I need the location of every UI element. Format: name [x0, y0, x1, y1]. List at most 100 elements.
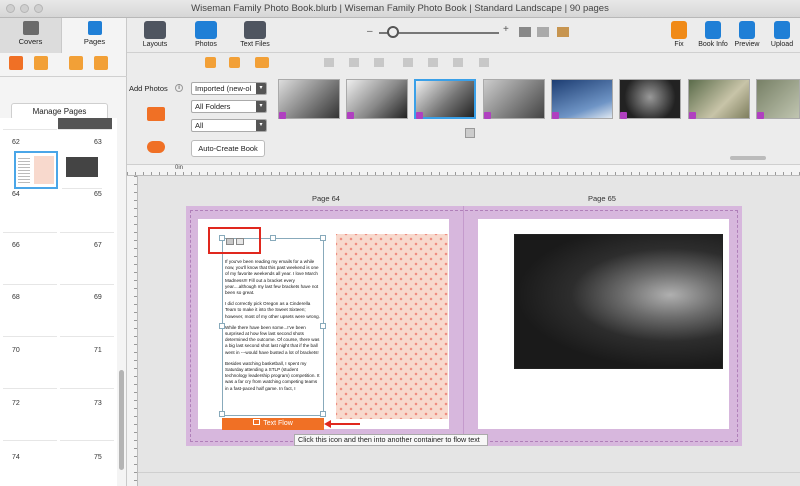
filter-select[interactable]: All ▾	[191, 119, 267, 132]
right-page-label: Page 65	[588, 194, 616, 203]
page-tools-icon[interactable]	[94, 56, 108, 70]
photo-thumbnail[interactable]	[551, 79, 613, 119]
thumbnail-page-66[interactable]	[3, 200, 57, 233]
thumbnail-page-62-top[interactable]	[58, 118, 112, 130]
source-select[interactable]: Imported (new-ol ▾	[191, 82, 267, 95]
photo-thumbnail[interactable]	[346, 79, 408, 119]
thumbnail-page-68[interactable]	[3, 252, 57, 285]
delete-page-icon[interactable]	[34, 56, 48, 70]
text-files-button[interactable]: Text Files	[239, 21, 271, 48]
checkbox-checked[interactable]	[757, 112, 764, 119]
checkbox-checked[interactable]	[484, 112, 491, 119]
resize-handle[interactable]	[219, 323, 225, 329]
align-right-icon[interactable]	[374, 58, 384, 67]
photo-thumbnail[interactable]	[688, 79, 750, 119]
add-photo-screen-icon[interactable]	[147, 107, 165, 121]
boy-photo[interactable]	[514, 234, 723, 369]
text-flow-button[interactable]: Text Flow	[222, 418, 324, 430]
align-left-icon[interactable]	[324, 58, 334, 67]
align-middle-icon[interactable]	[428, 58, 438, 67]
thumbnail-page-75[interactable]	[60, 408, 114, 441]
checkbox-checked[interactable]	[620, 112, 627, 119]
zoom-in-icon[interactable]: +	[503, 24, 509, 35]
page-number-icon[interactable]	[69, 56, 83, 70]
resize-handle[interactable]	[320, 411, 326, 417]
photos-scrollbar[interactable]	[730, 156, 766, 160]
tab-pages[interactable]: Pages	[62, 18, 127, 53]
grid-view-icon[interactable]	[537, 27, 549, 37]
book-info-button[interactable]: Book Info	[698, 21, 728, 48]
upload-label: Upload	[770, 41, 794, 48]
align-bottom-icon[interactable]	[453, 58, 463, 67]
window-title: Wiseman Family Photo Book.blurb | Wisema…	[191, 3, 609, 14]
page-number: 63	[94, 139, 102, 146]
page-number: 75	[94, 454, 102, 461]
fix-button[interactable]: Fix	[667, 21, 691, 48]
text-paragraph: If you've been reading my emails for a w…	[225, 259, 319, 296]
thumbnail-page-65[interactable]	[62, 151, 102, 189]
horizontal-ruler: 0in	[127, 165, 800, 176]
checkbox-checked[interactable]	[279, 112, 286, 119]
add-page-icon[interactable]	[9, 56, 23, 70]
info-icon[interactable]: i	[175, 84, 183, 92]
tab-covers[interactable]: Covers	[0, 18, 62, 53]
checkbox-checked[interactable]	[347, 112, 354, 119]
spread-view-icon[interactable]	[519, 27, 531, 37]
align-top-icon[interactable]	[403, 58, 413, 67]
photos-button[interactable]: Photos	[191, 21, 221, 48]
auto-create-book-button[interactable]: Auto-Create Book	[191, 140, 265, 157]
thumbnails-scrollbar[interactable]	[119, 370, 124, 470]
photo-thumbnail[interactable]	[619, 79, 681, 119]
text-paragraph: While there have been some...I've been s…	[225, 324, 320, 355]
covers-icon	[22, 21, 39, 35]
shape-tool-icon[interactable]	[255, 57, 269, 68]
red-arrow	[330, 423, 360, 425]
thumbnail-page-69[interactable]	[60, 252, 114, 285]
checkbox-checked[interactable]	[552, 112, 559, 119]
upload-icon	[774, 21, 790, 39]
photo-thumbnail-selected[interactable]	[414, 79, 476, 119]
zoom-out-icon[interactable]: –	[367, 26, 373, 37]
upload-button[interactable]: Upload	[768, 21, 796, 48]
folder-select[interactable]: All Folders ▾	[191, 100, 267, 113]
resize-handle[interactable]	[320, 235, 326, 241]
thumbnail-page-74[interactable]	[3, 408, 57, 441]
text-flow-label: Text Flow	[263, 420, 293, 427]
layouts-button[interactable]: Layouts	[139, 21, 171, 48]
polka-dot-pattern[interactable]	[336, 234, 448, 419]
page-number: 65	[94, 191, 102, 198]
page-thumbnails: 62 63 64 65 66 67 68 69 70 71 72 73 74 7…	[0, 118, 117, 486]
checkbox-checked[interactable]	[689, 112, 696, 119]
photo-view-icon[interactable]	[557, 27, 569, 37]
text-tool-icon[interactable]	[229, 57, 240, 68]
text-paragraph: Besides watching basketball, I spent my …	[225, 360, 320, 391]
resize-handle[interactable]	[320, 323, 326, 329]
trash-icon[interactable]	[465, 128, 475, 138]
thumbnail-page-67[interactable]	[60, 200, 114, 233]
distribute-icon[interactable]	[479, 58, 489, 67]
text-paragraph: I did correctly pick Oregon as a Cindere…	[225, 301, 320, 319]
zoom-slider-thumb[interactable]	[387, 26, 399, 38]
align-center-icon[interactable]	[349, 58, 359, 67]
thumbnail-page-64[interactable]	[14, 151, 58, 189]
photo-thumbnail[interactable]	[278, 79, 340, 119]
photo-thumbnail[interactable]	[483, 79, 545, 119]
text-container[interactable]: If you've been reading my emails for a w…	[222, 238, 324, 416]
page-number: 64	[12, 191, 20, 198]
thumbnail-page-70[interactable]	[3, 304, 57, 337]
preview-button[interactable]: Preview	[733, 21, 761, 48]
pages-icon	[87, 21, 102, 35]
thumbnail-page-71[interactable]	[60, 304, 114, 337]
thumbnail-page-73[interactable]	[60, 356, 114, 389]
thumbnail-page-61[interactable]	[3, 118, 57, 130]
edit-photo-icon[interactable]	[205, 57, 216, 68]
text-files-icon	[244, 21, 266, 39]
layouts-label: Layouts	[142, 41, 168, 48]
checkbox-checked[interactable]	[416, 112, 423, 119]
chevron-down-icon: ▾	[256, 101, 266, 112]
resize-handle[interactable]	[219, 411, 225, 417]
source-select-value: Imported (new-ol	[195, 84, 252, 93]
resize-handle[interactable]	[270, 235, 276, 241]
thumbnail-page-72[interactable]	[3, 356, 57, 389]
add-cloud-photos-icon[interactable]	[147, 141, 165, 153]
